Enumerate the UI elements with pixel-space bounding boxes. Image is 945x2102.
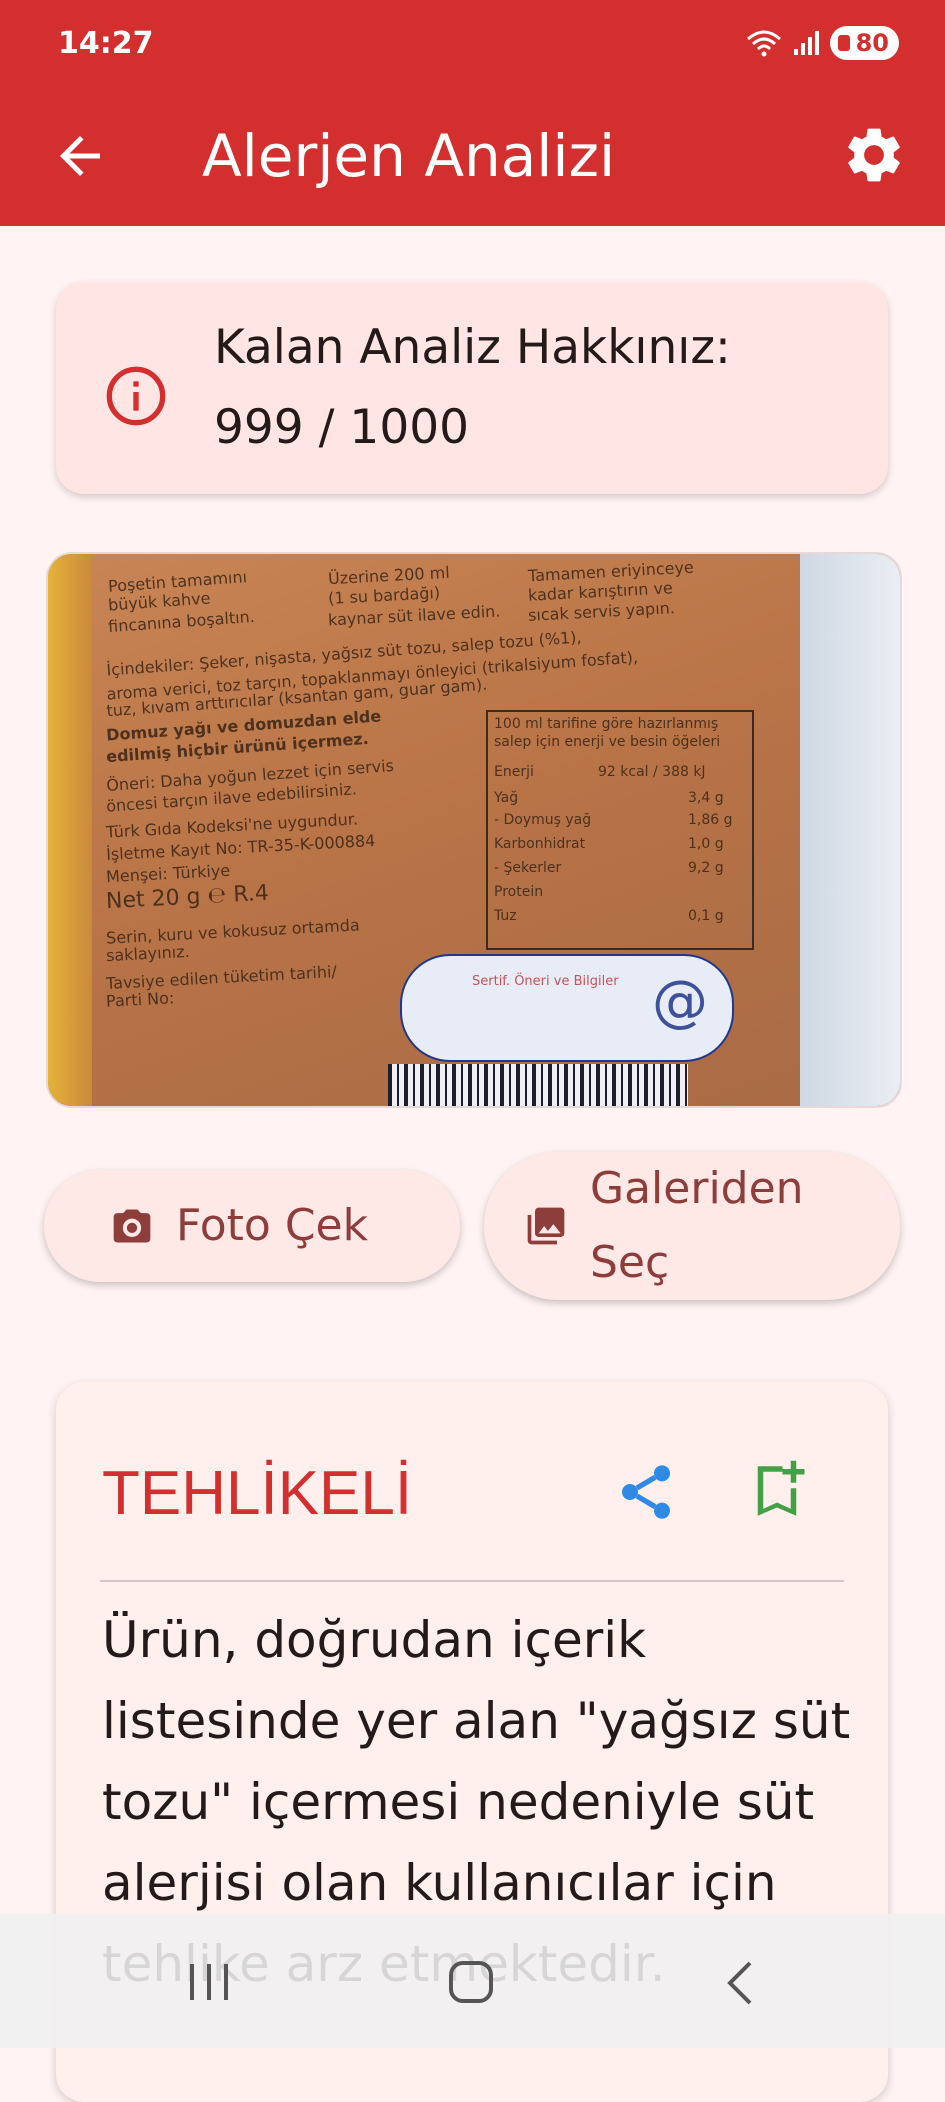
photo-text: Parti No: (105, 988, 175, 1011)
battery-icon (837, 35, 850, 51)
settings-gear-icon[interactable] (841, 122, 907, 188)
battery-indicator: 80 (829, 26, 899, 60)
quota-value: 999 / 1000 (214, 400, 470, 455)
nutrition-cell: - Doymuş yağ (494, 812, 592, 828)
back-nav-icon[interactable] (722, 1958, 758, 2008)
gallery-label-line1: Galeriden (590, 1163, 804, 1214)
nutrition-cell: Tuz (494, 908, 517, 924)
nutrition-cell: - Şekerler (494, 860, 562, 876)
barcode (388, 1064, 688, 1106)
recent-apps-icon[interactable] (186, 1960, 232, 2004)
nutrition-header: 100 ml tarifine göre hazırlanmış (494, 716, 719, 732)
status-icons: 80 (746, 26, 899, 60)
nutrition-table: 100 ml tarifine göre hazırlanmış salep i… (486, 710, 754, 950)
quota-card: Kalan Analiz Hakkınız: 999 / 1000 (56, 282, 888, 494)
nutrition-cell: 3,4 g (688, 790, 724, 806)
quota-label: Kalan Analiz Hakkınız: (214, 320, 731, 375)
package-side-panel (800, 554, 900, 1106)
nutrition-cell: 92 kcal / 388 kJ (598, 764, 706, 780)
nutrition-cell: Yağ (494, 790, 519, 806)
home-icon[interactable] (446, 1958, 496, 2006)
divider (100, 1580, 844, 1582)
page-title: Alerjen Analizi (202, 122, 616, 190)
nutrition-cell: Karbonhidrat (494, 836, 586, 852)
nutrition-cell: 1,86 g (688, 812, 733, 828)
nutrition-cell: Protein (494, 884, 544, 900)
camera-icon (113, 1209, 151, 1243)
product-photo: Poşetin tamamını büyük kahve fincanına b… (46, 552, 902, 1108)
package-edge (48, 554, 92, 1106)
take-photo-label: Foto Çek (176, 1200, 369, 1251)
photo-text: Net 20 g ℮ R.4 (105, 880, 270, 915)
photo-text: saklayınız. (105, 941, 191, 966)
contact-box: Sertif. Öneri ve Bilgiler @ (400, 954, 734, 1062)
bookmark-add-icon[interactable] (744, 1458, 810, 1524)
nutrition-cell: 9,2 g (688, 860, 724, 876)
nutrition-cell: Enerji (494, 764, 534, 780)
battery-level: 80 (855, 29, 889, 57)
pick-from-gallery-button[interactable]: Galeriden Seç (484, 1152, 900, 1300)
nutrition-header: salep için enerji ve besin öğeleri (494, 734, 721, 750)
verdict-label: TEHLİKELİ (102, 1459, 413, 1528)
status-bar: 14:27 80 (0, 0, 945, 88)
take-photo-button[interactable]: Foto Çek (44, 1170, 460, 1282)
system-nav-bar (0, 1914, 945, 2048)
contact-title: Sertif. Öneri ve Bilgiler (472, 974, 619, 989)
wifi-icon (746, 30, 781, 57)
signal-icon (793, 31, 819, 55)
gallery-label-line2: Seç (590, 1237, 670, 1288)
app-bar: Alerjen Analizi (0, 88, 945, 226)
share-icon[interactable] (614, 1460, 678, 1524)
gallery-icon (527, 1207, 565, 1245)
at-sign: @ (652, 969, 708, 1034)
status-time: 14:27 (58, 26, 154, 61)
nutrition-cell: 1,0 g (688, 836, 724, 852)
info-icon (106, 366, 166, 426)
back-arrow-icon[interactable] (50, 126, 110, 186)
nutrition-cell: 0,1 g (688, 908, 724, 924)
